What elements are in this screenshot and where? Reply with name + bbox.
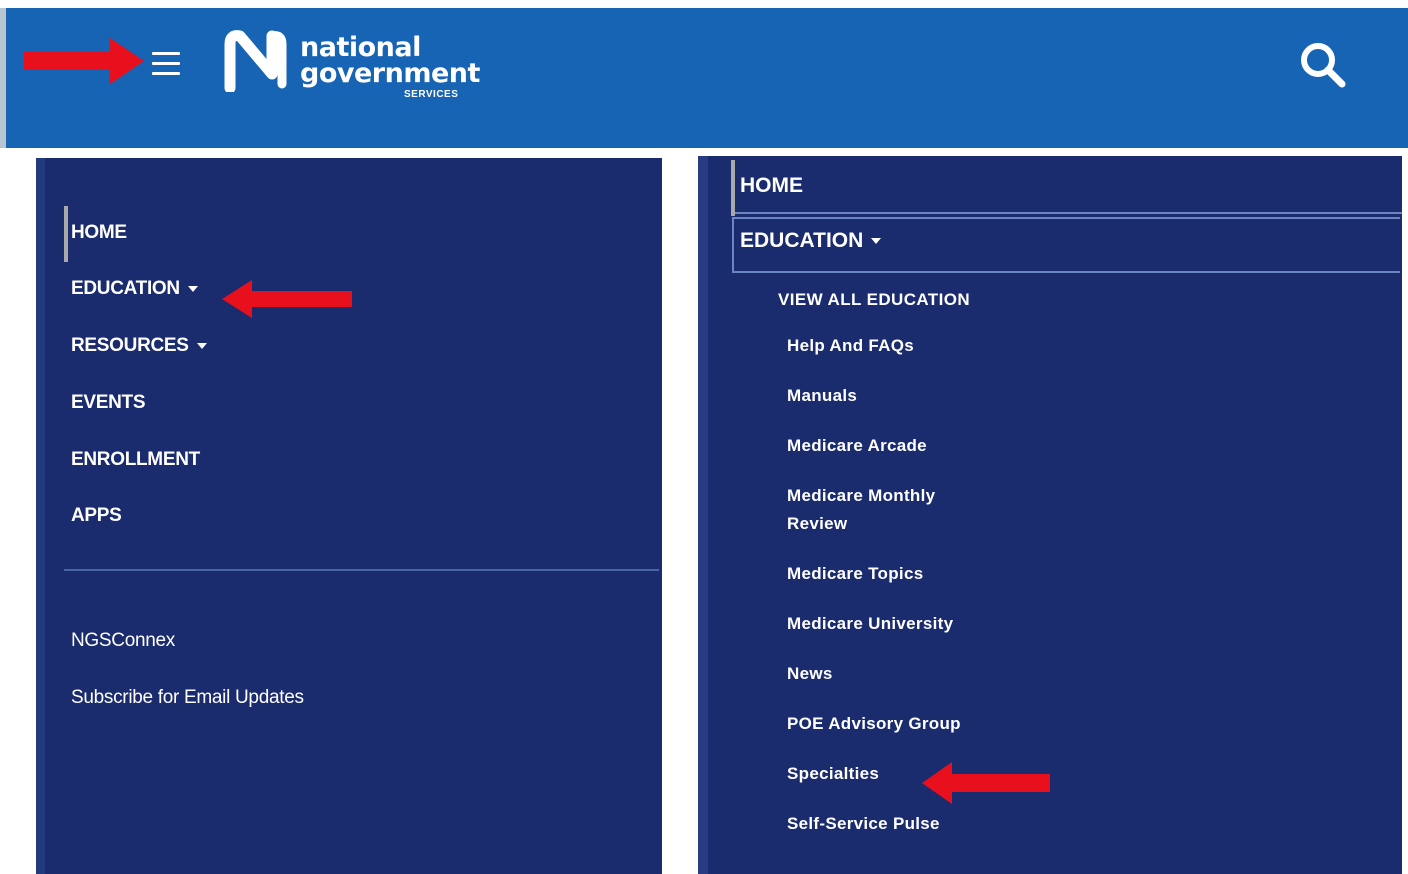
caret-down-icon [187, 285, 198, 292]
nav-row-home [734, 160, 1402, 214]
submenu-medicare-topics[interactable]: Medicare Topics [787, 560, 923, 588]
nav-item-label: HOME [71, 222, 127, 243]
active-indicator [731, 160, 735, 216]
link-view-all-education[interactable]: VIEW ALL EDUCATION [778, 290, 970, 310]
nav-item-events[interactable]: EVENTS [71, 392, 146, 414]
nav-item-label: APPS [71, 505, 122, 526]
ngs-logo[interactable]: national government SERVICES [222, 28, 480, 102]
search-icon[interactable] [1298, 40, 1348, 90]
nav-item-home[interactable]: HOME [740, 174, 803, 198]
site-header [6, 8, 1408, 148]
submenu-manuals[interactable]: Manuals [787, 382, 857, 410]
right-panel-edge [698, 156, 708, 874]
nav-item-enrollment[interactable]: ENROLLMENT [71, 449, 200, 471]
active-indicator [64, 206, 68, 262]
submenu-medicare-arcade[interactable]: Medicare Arcade [787, 432, 927, 460]
submenu-self-service-pulse[interactable]: Self-Service Pulse [787, 810, 940, 838]
nav-item-label: EVENTS [71, 392, 146, 413]
nav-item-resources[interactable]: RESOURCES [71, 335, 207, 357]
left-panel-edge [36, 158, 45, 874]
link-ngsconnex[interactable]: NGSConnex [71, 630, 175, 652]
nav-item-label: ENROLLMENT [71, 449, 200, 470]
red-arrow-pointer-education [222, 280, 352, 318]
ngs-logo-mark [224, 30, 287, 92]
nav-divider [64, 569, 659, 571]
left-nav-panel [36, 158, 662, 874]
nav-item-home[interactable]: HOME [71, 222, 127, 244]
logo-text-services: SERVICES [404, 89, 459, 100]
submenu-news[interactable]: News [787, 660, 833, 688]
hamburger-menu-icon[interactable] [152, 52, 180, 78]
nav-item-education[interactable]: EDUCATION [71, 278, 198, 300]
red-arrow-pointer-menu [24, 38, 144, 84]
nav-item-label: RESOURCES [71, 335, 189, 356]
logo-text-government: government [300, 58, 480, 89]
nav-item-education-expanded[interactable]: EDUCATION [740, 229, 882, 253]
submenu-medicare-monthly-review[interactable]: Medicare Monthly Review [787, 482, 977, 538]
nav-item-apps[interactable]: APPS [71, 505, 122, 527]
red-arrow-pointer-specialties [922, 762, 1050, 804]
caret-down-icon [871, 238, 882, 245]
nav-item-label: EDUCATION [71, 278, 180, 299]
submenu-medicare-university[interactable]: Medicare University [787, 610, 953, 638]
submenu-specialties[interactable]: Specialties [787, 760, 879, 788]
link-subscribe-email[interactable]: Subscribe for Email Updates [71, 687, 304, 709]
submenu-help-and-faqs[interactable]: Help And FAQs [787, 332, 914, 360]
caret-down-icon [196, 342, 207, 349]
submenu-poe-advisory-group[interactable]: POE Advisory Group [787, 710, 961, 738]
nav-item-label: EDUCATION [740, 229, 864, 252]
